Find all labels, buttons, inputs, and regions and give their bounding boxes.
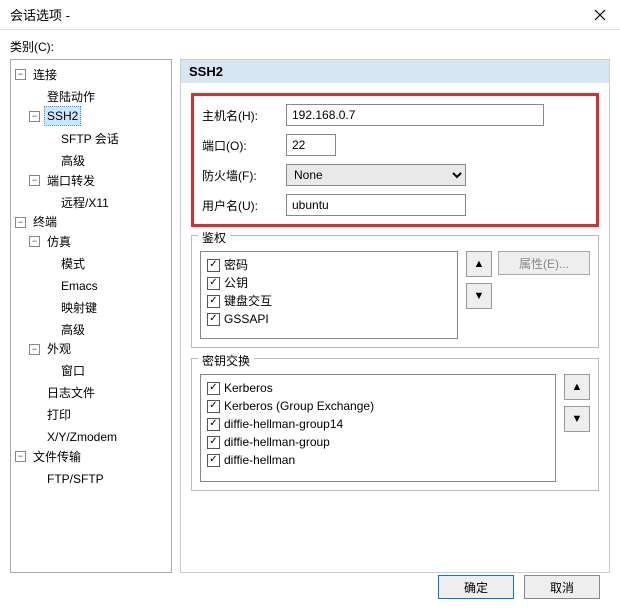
kex-legend: 密钥交换 <box>198 352 254 369</box>
check-icon: ✓ <box>207 259 220 272</box>
user-input[interactable] <box>286 194 466 216</box>
check-icon: ✓ <box>207 418 220 431</box>
auth-move-down[interactable]: ▼ <box>466 283 492 309</box>
tree-item-terminal[interactable]: −终端 <box>15 213 60 231</box>
auth-item-keyboard[interactable]: ✓键盘交互 <box>207 292 451 310</box>
tree-item-emulation[interactable]: −仿真 <box>29 233 74 251</box>
collapse-icon[interactable]: − <box>15 451 26 462</box>
tree-item-ssh2[interactable]: −SSH2 <box>29 106 81 126</box>
attributes-button[interactable]: 属性(E)... <box>498 251 590 275</box>
tree-item-connection[interactable]: −连接 <box>15 66 60 84</box>
dialog-title: 会话选项 - <box>10 5 70 24</box>
collapse-icon[interactable]: − <box>29 111 40 122</box>
triangle-up-icon: ▲ <box>474 258 485 270</box>
tree-item-logfile[interactable]: 日志文件 <box>29 384 98 402</box>
collapse-icon[interactable]: − <box>15 217 26 228</box>
check-icon: ✓ <box>207 436 220 449</box>
check-icon: ✓ <box>207 277 220 290</box>
collapse-icon[interactable]: − <box>29 175 40 186</box>
check-icon: ✓ <box>207 313 220 326</box>
check-icon: ✓ <box>207 382 220 395</box>
category-label: 类别(C): <box>10 38 610 55</box>
close-icon <box>594 9 606 21</box>
port-input[interactable] <box>286 134 336 156</box>
collapse-icon[interactable]: − <box>29 236 40 247</box>
tree-item-zmodem[interactable]: X/Y/Zmodem <box>29 428 120 446</box>
tree-item-mapkeys[interactable]: 映射键 <box>43 299 100 317</box>
kex-listbox[interactable]: ✓Kerberos ✓Kerberos (Group Exchange) ✓di… <box>200 374 556 482</box>
auth-move-up[interactable]: ▲ <box>466 251 492 277</box>
firewall-label: 防火墙(F): <box>202 167 276 184</box>
triangle-up-icon: ▲ <box>572 381 583 393</box>
kex-move-up[interactable]: ▲ <box>564 374 590 400</box>
check-icon: ✓ <box>207 454 220 467</box>
user-label: 用户名(U): <box>202 197 276 214</box>
tree-item-emacs[interactable]: Emacs <box>43 277 101 295</box>
cancel-button[interactable]: 取消 <box>524 575 600 599</box>
host-input[interactable] <box>286 104 544 126</box>
dialog-footer: 确定 取消 <box>10 565 610 609</box>
tree-item-appearance[interactable]: −外观 <box>29 340 74 358</box>
check-icon: ✓ <box>207 400 220 413</box>
tree-item-mode[interactable]: 模式 <box>43 255 88 273</box>
auth-listbox[interactable]: ✓密码 ✓公钥 ✓键盘交互 ✓GSSAPI <box>200 251 458 339</box>
ok-button[interactable]: 确定 <box>438 575 514 599</box>
collapse-icon[interactable]: − <box>29 344 40 355</box>
tree-item-remote[interactable]: 远程/X11 <box>43 194 112 212</box>
collapse-icon[interactable]: − <box>15 69 26 80</box>
titlebar: 会话选项 - <box>0 0 620 30</box>
tree-item-login[interactable]: 登陆动作 <box>29 88 98 106</box>
kex-move-down[interactable]: ▼ <box>564 406 590 432</box>
auth-legend: 鉴权 <box>198 229 230 246</box>
tree-item-advanced2[interactable]: 高级 <box>43 321 88 339</box>
auth-item-publickey[interactable]: ✓公钥 <box>207 274 451 292</box>
auth-item-password[interactable]: ✓密码 <box>207 256 451 274</box>
check-icon: ✓ <box>207 295 220 308</box>
auth-item-gssapi[interactable]: ✓GSSAPI <box>207 310 451 328</box>
host-label: 主机名(H): <box>202 107 276 124</box>
kex-item[interactable]: ✓diffie-hellman-group <box>207 433 549 451</box>
tree-item-ftpsftp[interactable]: FTP/SFTP <box>29 470 107 488</box>
panel-title: SSH2 <box>180 59 610 83</box>
category-tree[interactable]: −连接 登陆动作 −SSH2 SFTP 会话 高级 −端口转发 <box>10 59 172 573</box>
kex-item[interactable]: ✓diffie-hellman-group14 <box>207 415 549 433</box>
triangle-down-icon: ▼ <box>572 413 583 425</box>
kex-group: 密钥交换 ✓Kerberos ✓Kerberos (Group Exchange… <box>191 358 599 491</box>
auth-group: 鉴权 ✓密码 ✓公钥 ✓键盘交互 ✓GSSAPI ▲ <box>191 235 599 348</box>
kex-item[interactable]: ✓diffie-hellman <box>207 451 549 469</box>
close-button[interactable] <box>590 5 610 25</box>
tree-item-portfwd[interactable]: −端口转发 <box>29 172 98 190</box>
tree-item-window[interactable]: 窗口 <box>43 362 88 380</box>
tree-item-sftp[interactable]: SFTP 会话 <box>43 130 122 148</box>
port-label: 端口(O): <box>202 137 276 154</box>
triangle-down-icon: ▼ <box>474 290 485 302</box>
kex-item[interactable]: ✓Kerberos <box>207 379 549 397</box>
kex-item[interactable]: ✓Kerberos (Group Exchange) <box>207 397 549 415</box>
tree-item-advanced[interactable]: 高级 <box>43 152 88 170</box>
firewall-select[interactable]: None <box>286 164 466 186</box>
tree-item-filetransfer[interactable]: −文件传输 <box>15 448 84 466</box>
tree-item-print[interactable]: 打印 <box>29 406 74 424</box>
connection-group: 主机名(H): 端口(O): 防火墙(F): None 用户名( <box>191 93 599 227</box>
